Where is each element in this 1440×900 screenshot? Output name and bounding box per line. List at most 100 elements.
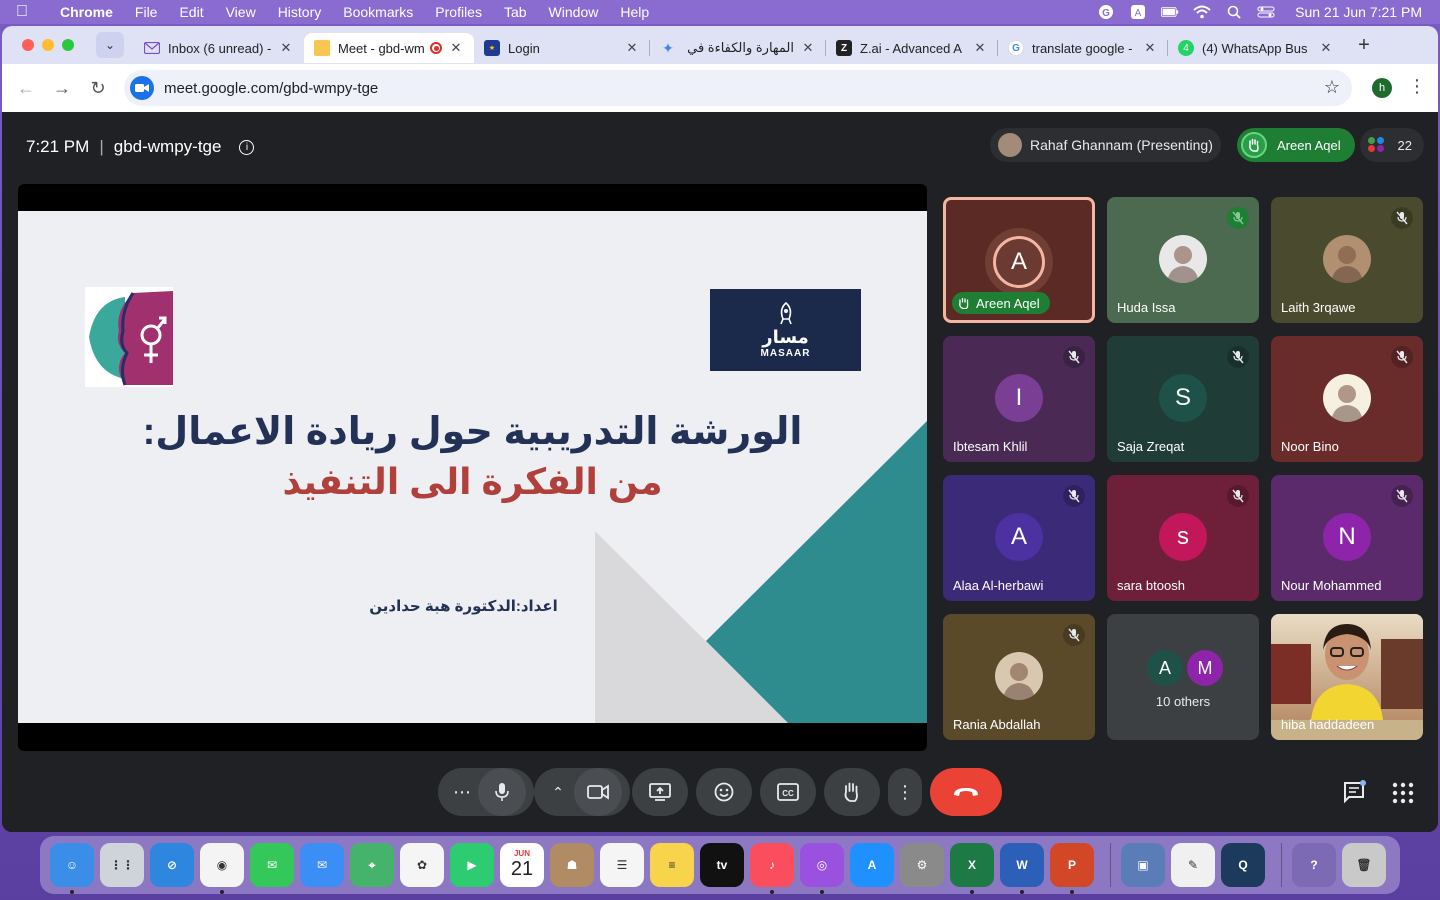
dock-maps-icon[interactable]: ⌖ [350,843,394,887]
spotlight-search-icon[interactable] [1225,5,1243,19]
dock-word-icon[interactable]: W [1000,843,1044,894]
menu-bookmarks[interactable]: Bookmarks [343,4,413,20]
participant-tile[interactable]: N Nour Mohammed [1271,475,1423,601]
profile-avatar[interactable]: h [1372,78,1392,98]
camera-button[interactable] [574,768,622,816]
dock-podcasts-icon[interactable]: ◎ [800,843,844,894]
dock-help-icon[interactable]: ? [1292,843,1336,887]
more-audio-options-icon[interactable]: ⋯ [446,782,478,803]
dock-facetime-icon[interactable]: ▶ [450,843,494,887]
menu-profiles[interactable]: Profiles [435,4,482,20]
tab-whatsapp[interactable]: 4 (4) WhatsApp Bus ✕ [1168,33,1344,63]
back-button[interactable]: ← [8,78,44,99]
close-tab-icon[interactable]: ✕ [448,40,464,56]
participant-tile[interactable]: A M 10 others [1107,614,1259,740]
menu-file[interactable]: File [135,4,158,20]
dock-textedit-icon[interactable]: ✎ [1171,843,1215,887]
chevron-up-icon[interactable]: ⌃ [542,784,574,801]
participant-tile[interactable]: S Saja Zreqat [1107,336,1259,462]
people-button[interactable]: 22 [1360,128,1424,162]
tab-zai[interactable]: Z Z.ai - Advanced A ✕ [826,33,998,63]
participant-tile[interactable]: I Ibtesam Khlil [943,336,1095,462]
activities-grid-icon[interactable] [1392,782,1414,804]
apple-menu-icon[interactable]:  [16,3,38,21]
menu-window[interactable]: Window [549,4,599,20]
menu-app-chrome[interactable]: Chrome [60,4,113,20]
google-status-icon[interactable]: G [1097,5,1115,19]
close-tab-icon[interactable]: ✕ [1142,40,1158,56]
dock-music-icon[interactable]: ♪ [750,843,794,894]
presenting-chip[interactable]: Rahaf Ghannam (Presenting) [990,128,1221,162]
tab-arabic-doc[interactable]: ✦ المهارة والكفاءة في حر ✕ [650,33,826,63]
dock-photos-icon[interactable]: ✿ [400,843,444,887]
present-button[interactable] [632,768,688,816]
dock-safari-icon[interactable]: ⊘ [150,843,194,887]
captions-button[interactable]: CC [760,768,816,816]
battery-icon[interactable] [1161,5,1179,19]
info-icon[interactable]: i [239,139,255,155]
presentation-stage[interactable]: مسار MASAAR الورشة التدريبية حول ريادة ا… [18,184,927,751]
dock-tv-icon[interactable]: tv [700,843,744,887]
close-tab-icon[interactable]: ✕ [800,40,816,56]
participant-tile[interactable]: A Areen Aqel [943,197,1095,323]
dock-quicktime-icon[interactable]: Q [1221,843,1265,887]
dock-mail-icon[interactable]: ✉ [300,843,344,887]
tab-translate[interactable]: G translate google - ✕ [998,33,1168,63]
tab-inbox[interactable]: Inbox (6 unread) - ✕ [134,33,304,63]
text-input-icon[interactable]: A [1129,5,1147,19]
menu-edit[interactable]: Edit [179,4,203,20]
more-options-button[interactable]: ⋮ [888,768,922,816]
dock-messages-icon[interactable]: ✉ [250,843,294,887]
new-tab-button[interactable]: + [1352,34,1376,57]
close-tab-icon[interactable]: ✕ [278,40,294,56]
wifi-icon[interactable] [1193,5,1211,19]
forward-button[interactable]: → [44,78,80,99]
menu-tab[interactable]: Tab [504,4,527,20]
zoom-window-button[interactable] [62,39,74,51]
close-tab-icon[interactable]: ✕ [624,40,640,56]
chat-icon[interactable] [1342,780,1366,804]
tab-meet[interactable]: Meet - gbd-wm ✕ [304,33,474,63]
reactions-button[interactable] [696,768,752,816]
dock-reminders-icon[interactable]: ☰ [600,843,644,887]
close-window-button[interactable] [22,39,34,51]
close-tab-icon[interactable]: ✕ [1318,40,1334,56]
dock-chrome-icon[interactable]: ◉ [200,843,244,894]
dock-powerpoint-icon[interactable]: P [1050,843,1094,894]
participant-tile[interactable]: Laith 3rqawe [1271,197,1423,323]
url-text[interactable]: meet.google.com/gbd-wmpy-tge [164,80,378,97]
tab-login[interactable]: ★ Login ✕ [474,33,650,63]
tab-search-button[interactable]: ⌄ [96,32,124,58]
participant-tile[interactable]: Huda Issa [1107,197,1259,323]
close-tab-icon[interactable]: ✕ [972,40,988,56]
menubar-clock[interactable]: Sun 21 Jun 7:21 PM [1295,4,1422,20]
participant-tile[interactable]: Noor Bino [1271,336,1423,462]
dock-app-store-icon[interactable]: A [850,843,894,887]
participant-tile[interactable]: hiba haddadeen [1271,614,1423,740]
leave-call-button[interactable] [930,768,1002,816]
menu-help[interactable]: Help [620,4,649,20]
participant-tile[interactable]: Rania Abdallah [943,614,1095,740]
chrome-menu-icon[interactable]: ⋮ [1408,76,1426,97]
menu-view[interactable]: View [226,4,256,20]
dock-calendar-icon[interactable]: JUN 21 [500,843,544,887]
minimize-window-button[interactable] [42,39,54,51]
bookmark-star-icon[interactable]: ☆ [1324,77,1340,98]
site-info-icon[interactable] [130,76,154,100]
control-center-icon[interactable] [1257,5,1275,19]
participant-tile[interactable]: s sara btoosh [1107,475,1259,601]
microphone-button[interactable] [478,768,526,816]
dock-excel-icon[interactable]: X [950,843,994,894]
dock-contacts-icon[interactable]: ☗ [550,843,594,887]
dock-launchpad-icon[interactable]: ⋮⋮ [100,843,144,887]
raise-hand-button[interactable] [824,768,880,816]
menu-history[interactable]: History [278,4,322,20]
participant-tile[interactable]: A Alaa Al-herbawi [943,475,1095,601]
reload-button[interactable]: ↻ [80,78,116,99]
dock-preview-icon[interactable]: ▣ [1121,843,1165,887]
dock-finder-icon[interactable]: ☺ [50,843,94,894]
dock-trash-icon[interactable]: 🗑 [1342,843,1386,887]
dock-system-settings-icon[interactable]: ⚙ [900,843,944,887]
raised-hand-chip[interactable]: Areen Aqel [1237,128,1355,162]
address-bar[interactable]: meet.google.com/gbd-wmpy-tge ☆ [124,70,1352,106]
